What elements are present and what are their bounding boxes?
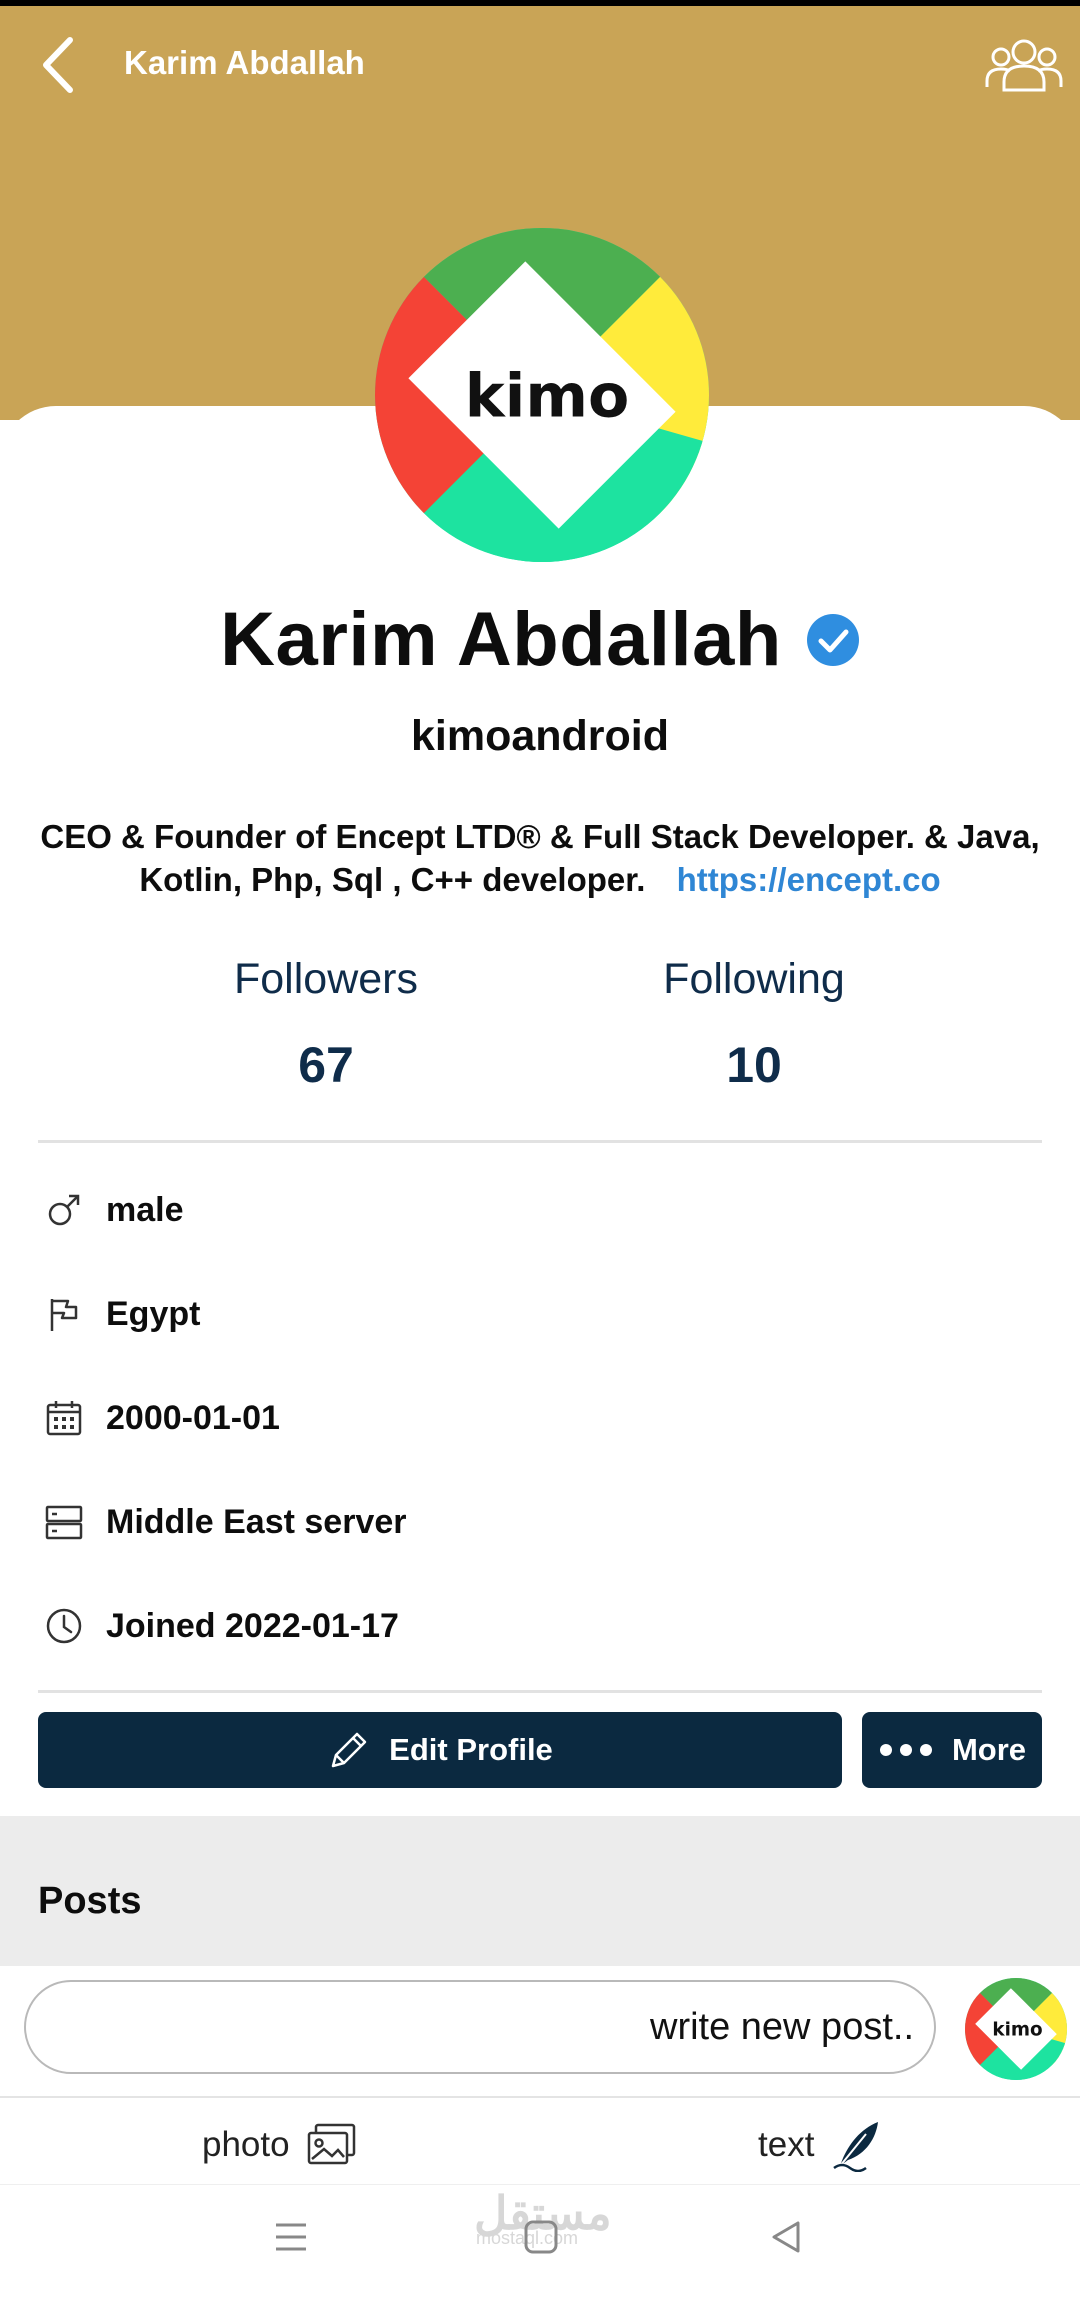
posts-title: Posts	[38, 1880, 142, 1922]
info-row-birthdate: 2000-01-01	[44, 1388, 280, 1448]
feather-icon	[833, 2122, 879, 2172]
male-icon	[48, 1194, 80, 1226]
info-row-server: Middle East server	[44, 1492, 406, 1552]
bio-line-2: Kotlin, Php, Sql , C++ developer.	[139, 861, 646, 898]
composer-avatar: kimo	[965, 1978, 1067, 2080]
home-icon[interactable]	[516, 2212, 566, 2262]
profile-bio: CEO & Founder of Encept LTD® & Full Stac…	[30, 815, 1050, 901]
joined-value: Joined 2022-01-17	[106, 1606, 399, 1645]
bio-line-1: CEO & Founder of Encept LTD® & Full Stac…	[40, 818, 1040, 855]
back-triangle-icon[interactable]	[762, 2212, 812, 2262]
more-button[interactable]: More	[862, 1712, 1042, 1788]
server-icon	[45, 1505, 83, 1540]
name-row: Karim Abdallah	[0, 596, 1080, 683]
back-icon[interactable]	[36, 32, 86, 98]
menu-icon[interactable]	[266, 2212, 316, 2262]
info-row-joined: Joined 2022-01-17	[44, 1596, 399, 1656]
calendar-icon	[46, 1401, 82, 1436]
edit-profile-button[interactable]: Edit Profile	[38, 1712, 842, 1788]
following-stat[interactable]: Following 10	[604, 955, 904, 1094]
new-post-input[interactable]: write new post..	[24, 1980, 936, 2074]
photo-label: photo	[202, 2125, 290, 2164]
following-label: Following	[663, 955, 845, 1003]
new-post-text: write new post..	[650, 2005, 914, 2048]
bio-link[interactable]: https://encept.co	[677, 861, 941, 898]
pencil-icon	[331, 1732, 367, 1768]
divider	[38, 1140, 1042, 1143]
top-app-bar: Karim Abdallah	[0, 6, 1080, 120]
gender-value: male	[106, 1190, 184, 1229]
followers-stat[interactable]: Followers 67	[176, 955, 476, 1094]
divider	[0, 2096, 1080, 2098]
composer-avatar-text: kimo	[992, 2020, 1042, 2041]
more-label: More	[951, 1732, 1027, 1767]
followers-count: 67	[298, 1037, 354, 1093]
info-row-country: Egypt	[44, 1284, 200, 1344]
divider	[38, 1690, 1042, 1693]
edit-profile-label: Edit Profile	[389, 1732, 553, 1767]
dots-icon	[879, 1744, 932, 1756]
profile-avatar[interactable]: kimo	[375, 228, 709, 562]
info-row-gender: male	[44, 1180, 184, 1240]
posts-section	[0, 1816, 1080, 1966]
server-value: Middle East server	[106, 1502, 407, 1541]
birthdate-value: 2000-01-01	[106, 1398, 280, 1437]
clock-icon	[46, 1608, 82, 1644]
page-title: Karim Abdallah	[124, 44, 365, 81]
profile-name: Karim Abdallah	[220, 597, 782, 682]
text-post-button[interactable]: text	[758, 2110, 884, 2180]
flag-icon	[50, 1299, 78, 1331]
verified-icon	[806, 613, 859, 666]
profile-username: kimoandroid	[410, 712, 670, 760]
group-icon[interactable]	[984, 32, 1064, 98]
photo-icon	[307, 2123, 355, 2165]
country-value: Egypt	[106, 1294, 201, 1333]
photo-post-button[interactable]: photo	[202, 2110, 358, 2180]
avatar-text: kimo	[465, 362, 630, 432]
followers-label: Followers	[234, 955, 418, 1003]
following-count: 10	[726, 1037, 782, 1093]
text-label: text	[758, 2125, 815, 2164]
